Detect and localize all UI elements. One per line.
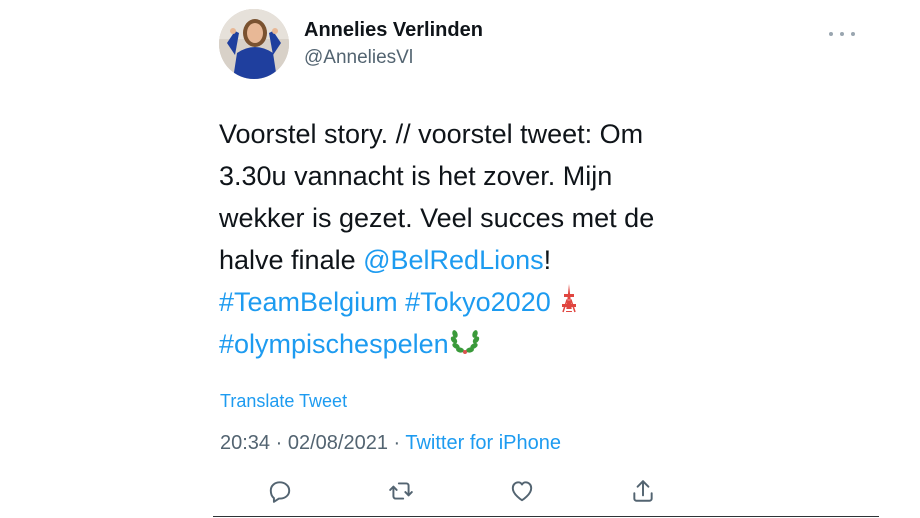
tweet-text-segment: ! <box>543 245 552 275</box>
tweet-text-line: #olympischespelen <box>219 323 689 365</box>
tweet-date[interactable]: 02/08/2021 <box>288 432 388 454</box>
avatar[interactable] <box>219 9 289 79</box>
tweet-text-segment: Voorstel story. // voorstel tweet: Om <box>219 119 644 149</box>
tweet-text-line: 3.30u vannacht is het zover. Mijn <box>219 155 689 197</box>
tweet-text-line: Voorstel story. // voorstel tweet: Om <box>219 113 689 155</box>
action-bar <box>0 478 920 506</box>
tweet-text-segment: wekker is gezet. Veel succes met de <box>219 203 655 233</box>
meta-separator: · <box>387 432 406 454</box>
tweet-text-segment: 3.30u vannacht is het zover. Mijn <box>219 161 613 191</box>
tweet-time[interactable]: 20:34 <box>220 432 270 454</box>
more-dot <box>840 32 844 36</box>
tweet-text-segment: halve finale <box>219 245 364 275</box>
tweet-text-line: wekker is gezet. Veel succes met de <box>219 197 689 239</box>
avatar-photo <box>219 9 289 79</box>
tweet-text-line: halve finale @BelRedLions! <box>219 239 689 281</box>
tweet-text-line: #TeamBelgium #Tokyo2020 <box>219 281 689 323</box>
hashtag-link[interactable]: #Tokyo2020 <box>405 287 551 317</box>
tokyo-tower-emoji <box>558 282 580 326</box>
page: Annelies Verlinden @AnneliesVl Voorstel … <box>0 0 920 518</box>
more-options-icon[interactable] <box>829 27 855 41</box>
more-dot <box>829 32 833 36</box>
retweet-icon[interactable] <box>388 478 414 504</box>
tweet-text-segment <box>551 287 559 317</box>
tweet-text: Voorstel story. // voorstel tweet: Om 3.3… <box>219 113 689 365</box>
reply-icon[interactable] <box>267 478 293 504</box>
author-name[interactable]: Annelies Verlinden <box>304 19 483 42</box>
share-icon[interactable] <box>630 478 656 504</box>
hashtag-link[interactable]: #olympischespelen <box>219 329 449 359</box>
translate-tweet-link[interactable]: Translate Tweet <box>220 391 347 412</box>
tweet-source[interactable]: Twitter for iPhone <box>405 432 561 454</box>
more-dot <box>851 32 855 36</box>
author-handle[interactable]: @AnneliesVl <box>304 47 413 69</box>
mention-link[interactable]: @BelRedLions <box>363 245 544 275</box>
tweet-text-segment <box>398 287 406 317</box>
tweet-meta: 20:34 · 02/08/2021 · Twitter for iPhone <box>220 432 561 455</box>
hashtag-link[interactable]: #TeamBelgium <box>219 287 398 317</box>
meta-separator: · <box>270 432 288 454</box>
laurel-wreath-emoji <box>449 324 481 368</box>
like-icon[interactable] <box>509 478 535 504</box>
